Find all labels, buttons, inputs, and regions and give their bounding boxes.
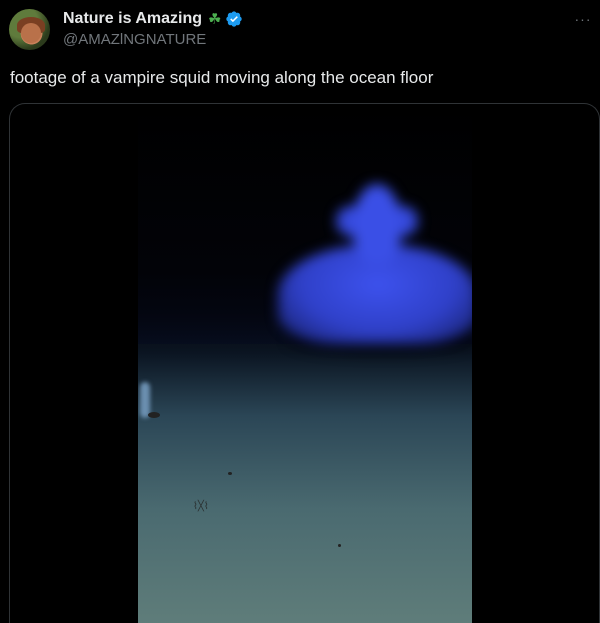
tweet-header: Nature is Amazing ☘ @AMAZlNGNATURE ···	[9, 9, 600, 53]
crab-silhouette: ⌇╳⌇	[193, 501, 209, 512]
shamrock-icon: ☘	[208, 10, 222, 28]
author-avatar[interactable]	[9, 9, 50, 50]
display-name-row: Nature is Amazing ☘	[63, 9, 243, 29]
video-player[interactable]: ⌇╳⌇	[138, 104, 472, 623]
author-names: Nature is Amazing ☘ @AMAZlNGNATURE	[63, 9, 243, 48]
verified-badge-icon[interactable]	[225, 10, 243, 28]
vampire-squid-figure	[278, 184, 472, 354]
avatar-face	[21, 23, 41, 43]
author-display-name[interactable]: Nature is Amazing	[63, 10, 202, 28]
tweet-media-container[interactable]: ⌇╳⌇	[9, 103, 600, 623]
author-handle[interactable]: @AMAZlNGNATURE	[63, 31, 243, 48]
squid-mantle	[353, 184, 401, 264]
more-options-icon[interactable]: ···	[572, 12, 594, 29]
tweet-text: footage of a vampire squid moving along …	[10, 68, 434, 87]
floor-speck	[148, 412, 160, 418]
floor-speck	[228, 472, 232, 475]
floor-speck	[338, 544, 341, 547]
